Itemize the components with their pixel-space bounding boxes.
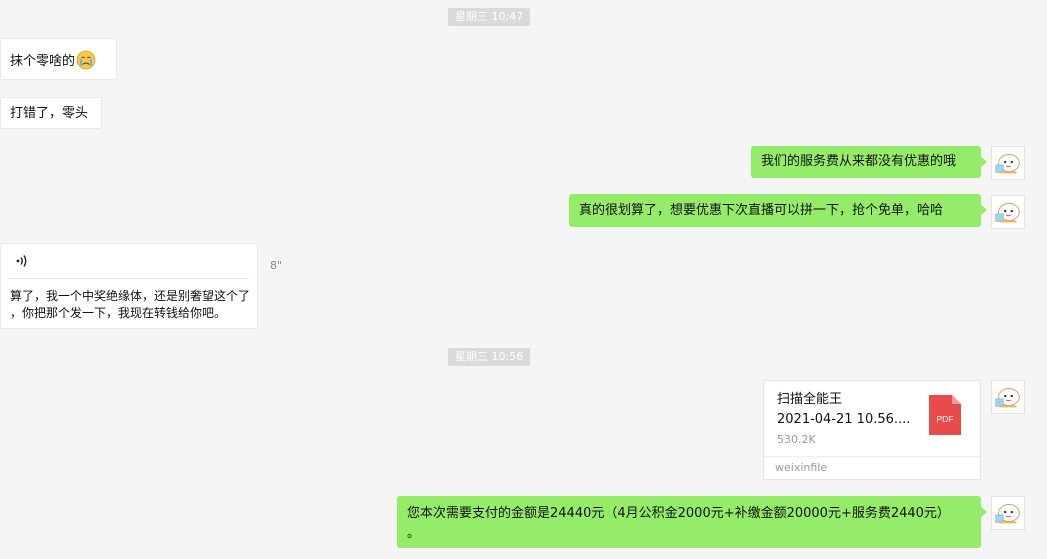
pdf-icon-label: PDF [937, 414, 954, 424]
divider [9, 278, 249, 279]
avatar-cartoon-icon [992, 497, 1024, 529]
message-text: 。 [407, 526, 421, 541]
voice-play-area[interactable] [1, 244, 257, 278]
voice-duration: 8" [270, 259, 283, 272]
transcript-line: ，你把那个发一下，我现在转钱给你吧。 [10, 306, 227, 320]
file-size: 530.2K [777, 433, 816, 446]
avatar[interactable] [991, 496, 1025, 530]
timestamp-2: 星期三 10:56 [448, 348, 531, 366]
voice-message[interactable]: 算了，我一个中奖绝缘体，还是别奢望这个了 ，你把那个发一下，我现在转钱给你吧。 [0, 243, 258, 329]
avatar-cartoon-icon [992, 196, 1024, 228]
message-text: 抹个零啥的 [10, 54, 76, 69]
transcript-line: 算了，我一个中奖绝缘体，还是别奢望这个了 [10, 289, 251, 303]
outgoing-message[interactable]: 您本次需要支付的金额是24440元（4月公积金2000元+补缴金额20000元+… [397, 496, 987, 548]
file-source: weixinfile [775, 461, 828, 474]
incoming-message[interactable]: 抹个零啥的 [0, 38, 117, 80]
divider [764, 456, 980, 457]
file-message[interactable]: 扫描全能王 2021-04-21 10.56.... 530.2K PDF we… [763, 380, 981, 480]
outgoing-message[interactable]: 我们的服务费从来都没有优惠的哦 [751, 146, 987, 178]
message-text: 真的很划算了，想要优惠下次直播可以拼一下，抢个免单，哈哈 [579, 203, 944, 218]
message-text: 您本次需要支付的金额是24440元（4月公积金2000元+补缴金额20000元+… [407, 506, 950, 521]
pdf-file-icon: PDF [929, 395, 961, 439]
voice-wave-icon[interactable] [15, 254, 29, 273]
incoming-message[interactable]: 打错了，零头 [0, 97, 102, 129]
message-text: 打错了，零头 [10, 106, 89, 121]
avatar-cartoon-icon [992, 147, 1024, 179]
file-name: 扫描全能王 [777, 392, 843, 407]
avatar[interactable] [991, 195, 1025, 229]
crying-emoji-icon [76, 50, 96, 70]
timestamp-1: 星期三 10:47 [448, 8, 531, 26]
file-name-detail: 2021-04-21 10.56.... [777, 412, 911, 427]
message-text: 我们的服务费从来都没有优惠的哦 [761, 154, 957, 169]
avatar-cartoon-icon [992, 381, 1024, 413]
avatar[interactable] [991, 380, 1025, 414]
avatar[interactable] [991, 146, 1025, 180]
voice-transcript: 算了，我一个中奖绝缘体，还是别奢望这个了 ，你把那个发一下，我现在转钱给你吧。 [10, 288, 254, 322]
outgoing-message[interactable]: 真的很划算了，想要优惠下次直播可以拼一下，抢个免单，哈哈 [569, 194, 987, 227]
